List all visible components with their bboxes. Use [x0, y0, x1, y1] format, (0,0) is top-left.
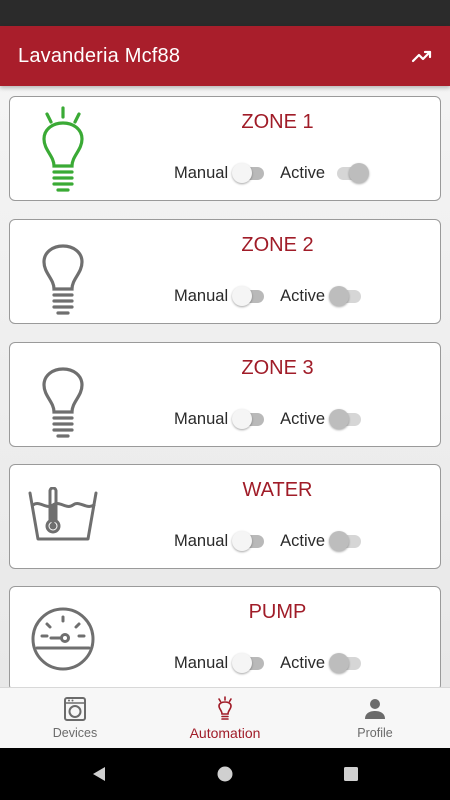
home-icon[interactable]: [200, 754, 250, 794]
manual-label: Manual: [174, 409, 229, 428]
app-bar: Lavanderia Mcf88: [0, 26, 450, 86]
bottom-navigation: Devices Automation Profile: [0, 687, 450, 748]
manual-toggle[interactable]: [232, 652, 266, 674]
trending-up-icon[interactable]: [410, 44, 434, 68]
active-toggle[interactable]: [329, 408, 363, 430]
card-title: ZONE 1: [241, 111, 314, 133]
card-title: WATER: [242, 479, 313, 501]
nav-devices[interactable]: Devices: [0, 688, 150, 748]
water-temperature-icon: [28, 473, 98, 561]
card-controls: Manual Active: [174, 651, 363, 675]
manual-toggle[interactable]: [232, 408, 266, 430]
active-toggle[interactable]: [335, 162, 370, 184]
zone-2-card: ZONE 2 Manual Active: [9, 219, 441, 324]
card-controls: Manual Active: [174, 529, 363, 553]
active-toggle[interactable]: [329, 530, 363, 552]
card-title: PUMP: [248, 601, 307, 623]
pump-card: PUMP Manual Active: [9, 586, 441, 687]
zone-3-card: ZONE 3 Manual Active: [9, 342, 441, 447]
automation-list[interactable]: ZONE 1 Manual Active ZONE 2 Manual Activ…: [0, 86, 450, 687]
lightbulb-lit-icon: [28, 105, 98, 193]
active-label: Active: [280, 163, 326, 182]
lightbulb-lit-icon: [212, 696, 238, 722]
active-toggle[interactable]: [329, 285, 363, 307]
manual-toggle[interactable]: [232, 530, 266, 552]
card-title: ZONE 2: [241, 234, 314, 256]
lightbulb-icon: [28, 351, 98, 439]
nav-label: Automation: [189, 725, 261, 741]
nav-label: Profile: [357, 726, 393, 740]
lightbulb-icon: [28, 228, 98, 316]
active-label: Active: [280, 409, 326, 428]
nav-label: Devices: [52, 726, 98, 740]
zone-1-card: ZONE 1 Manual Active: [9, 96, 441, 201]
water-card: WATER Manual Active: [9, 464, 441, 569]
manual-toggle[interactable]: [232, 162, 266, 184]
washing-machine-icon: [62, 696, 88, 722]
card-controls: Manual Active: [174, 284, 363, 308]
back-icon[interactable]: [74, 754, 124, 794]
card-title: ZONE 3: [241, 357, 314, 379]
active-label: Active: [280, 531, 326, 550]
active-label: Active: [280, 286, 326, 305]
status-bar: [0, 0, 450, 26]
system-navigation-bar: [0, 748, 450, 800]
pump-gauge-icon: [28, 595, 98, 683]
manual-toggle[interactable]: [232, 285, 266, 307]
card-controls: Manual Active: [174, 407, 363, 431]
person-icon: [362, 696, 388, 722]
nav-profile[interactable]: Profile: [300, 688, 450, 748]
manual-label: Manual: [174, 286, 229, 305]
manual-label: Manual: [174, 653, 229, 672]
active-toggle[interactable]: [329, 652, 363, 674]
card-controls: Manual Active: [174, 161, 370, 185]
recents-icon[interactable]: [326, 754, 376, 794]
nav-automation[interactable]: Automation: [150, 688, 300, 748]
manual-label: Manual: [174, 163, 229, 182]
app-title: Lavanderia Mcf88: [18, 44, 181, 67]
active-label: Active: [280, 653, 326, 672]
manual-label: Manual: [174, 531, 229, 550]
